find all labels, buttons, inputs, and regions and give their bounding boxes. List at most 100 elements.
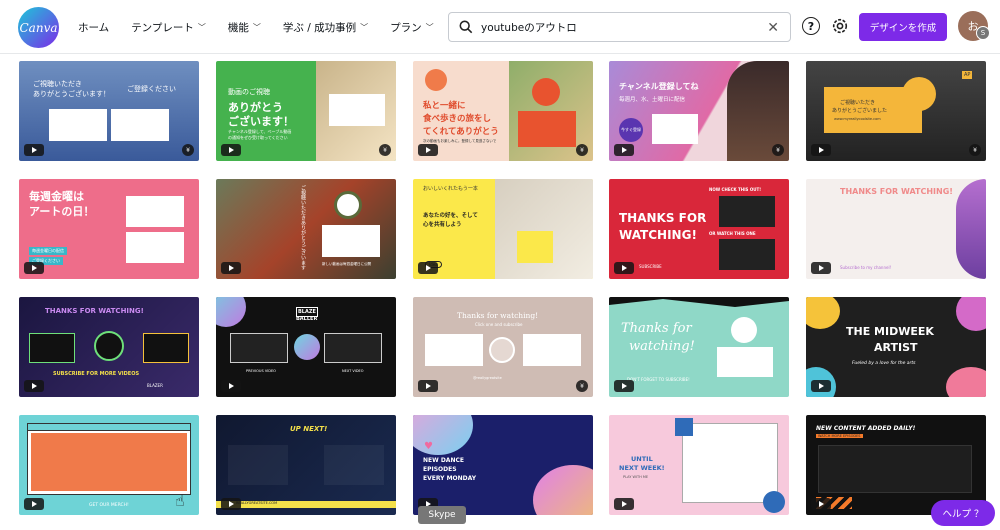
search-box[interactable]: ✕ <box>448 12 791 42</box>
video-placeholder <box>143 333 189 363</box>
template-card[interactable]: 私と一緒に 食べ歩きの旅をし てくれてありがとう 次の動画もお楽しみに。登録して… <box>413 61 593 161</box>
template-card[interactable]: BLAZE BALLER PREVIOUS VIDEO NEXT VIDEO <box>216 297 396 397</box>
nav-templates[interactable]: テンプレート ﹀ <box>131 20 206 35</box>
cursor-icon: ☝ <box>175 491 185 510</box>
template-card[interactable]: GET OUR MERCH! ☝ <box>19 415 199 515</box>
template-card[interactable]: ご視聴いただき ありがとうございます！ ご登録ください ¥ <box>19 61 199 161</box>
card-text: ご視聴いただき <box>840 100 876 106</box>
video-placeholder <box>652 114 698 144</box>
template-card[interactable]: THANKS FOR WATCHING! NOW CHECK THIS OUT!… <box>609 179 789 279</box>
card-text: WATCH MORE EPISODES <box>816 434 863 438</box>
template-card[interactable]: 毎週金曜は アートの日！ 毎週金曜日の配信 ご登録ください <box>19 179 199 279</box>
play-icon[interactable] <box>24 262 44 274</box>
play-icon[interactable] <box>614 144 634 156</box>
video-placeholder <box>324 333 382 363</box>
card-text: あなたの好を、そして <box>423 213 478 219</box>
template-card[interactable]: ♥ NEW DANCE EPISODES EVERY MONDAY <box>413 415 593 515</box>
pro-badge-icon: ¥ <box>772 144 784 156</box>
card-text: チャンネル登録してね <box>619 82 699 91</box>
card-text: Thanks for <box>621 321 692 336</box>
heart-icon: ♥ <box>424 441 433 452</box>
card-text: OR WATCH THIS ONE <box>709 231 756 236</box>
help-icon[interactable]: ? <box>802 17 820 35</box>
play-icon[interactable] <box>811 144 831 156</box>
card-text: www.myreallycoolsite.com <box>834 117 881 121</box>
card-text: SUBSCRIBE <box>639 264 662 269</box>
card-text: おいしいくれたもう一本 <box>423 186 478 192</box>
play-icon[interactable] <box>614 380 634 392</box>
play-icon[interactable] <box>221 262 241 274</box>
video-placeholder <box>29 333 75 363</box>
template-card[interactable]: ご視聴いただきありがとうございます 新しい動画は毎週金曜日に公開 <box>216 179 396 279</box>
play-icon[interactable] <box>614 498 634 510</box>
card-text: 今すぐ登録 <box>621 127 641 132</box>
play-icon[interactable] <box>418 144 438 156</box>
card-text: @reallygreatsite <box>473 376 502 380</box>
video-placeholder <box>126 196 184 227</box>
card-text: 毎週金曜は <box>29 190 84 203</box>
video-placeholder <box>228 445 288 485</box>
template-card[interactable]: UNTIL NEXT WEEK! PLAY WITH ME <box>609 415 789 515</box>
play-icon[interactable] <box>614 262 634 274</box>
nav-home[interactable]: ホーム <box>78 20 109 35</box>
card-text: NEW DANCE <box>423 457 464 464</box>
play-icon[interactable] <box>418 380 438 392</box>
chevron-down-icon: ﹀ <box>252 22 261 32</box>
card-text: UP NEXT! <box>290 425 328 433</box>
create-design-button[interactable]: デザインを作成 <box>859 13 947 41</box>
video-placeholder <box>322 225 380 257</box>
team-avatar-badge: S <box>976 26 990 40</box>
template-card[interactable]: THANKS FOR WATCHING! Subscribe to my cha… <box>806 179 986 279</box>
video-placeholder <box>818 445 972 493</box>
help-button[interactable]: ヘルプ ？ <box>931 500 995 526</box>
play-icon[interactable] <box>811 380 831 392</box>
play-icon[interactable] <box>24 498 44 510</box>
nav-plans[interactable]: プラン ﹀ <box>390 20 434 35</box>
card-text: THANKS FOR <box>619 211 707 225</box>
card-text: てくれてありがとう <box>423 127 499 137</box>
nav-features[interactable]: 機能 ﹀ <box>228 20 261 35</box>
template-card[interactable]: THE MIDWEEK ARTIST Fueled by a love for … <box>806 297 986 397</box>
card-text: ご視聴いただきありがとうございます <box>300 185 306 270</box>
template-card[interactable]: UP NEXT! REALLYGREATSITE.COM <box>216 415 396 515</box>
card-text: Subscribe to my channel! <box>840 265 892 270</box>
card-text: NOW CHECK THIS OUT! <box>709 187 762 192</box>
card-text: Thanks for watching! <box>457 311 539 320</box>
search-input[interactable] <box>481 21 761 33</box>
template-card[interactable]: チャンネル登録してね 毎週月、水、土曜日に配信 今すぐ登録 ¥ <box>609 61 789 161</box>
close-icon[interactable]: ✕ <box>767 20 779 36</box>
card-text: ご視聴いただき <box>33 80 82 88</box>
chevron-down-icon: ﹀ <box>360 22 369 32</box>
video-placeholder <box>126 232 184 263</box>
card-text: EVERY MONDAY <box>423 475 477 482</box>
play-icon[interactable] <box>811 498 831 510</box>
pro-badge-icon: ¥ <box>576 380 588 392</box>
template-card[interactable]: 動画のご視聴 ありがとう ございます！ チャンネル登録して、ベーブル動画 の通知… <box>216 61 396 161</box>
card-text: ありがとうございます！ <box>33 90 110 98</box>
template-card[interactable]: おいしいくれたもう一本 あなたの好を、そして 心を共有しよう Idea <box>413 179 593 279</box>
play-icon[interactable] <box>221 498 241 510</box>
video-placeholder <box>719 196 775 227</box>
play-icon[interactable] <box>811 262 831 274</box>
card-text: ございます！ <box>228 115 294 128</box>
card-text: 新しい動画は毎週金曜日に公開 <box>322 262 371 266</box>
play-icon[interactable] <box>221 144 241 156</box>
nav-learn[interactable]: 学ぶ / 成功事例 ﹀ <box>283 20 368 35</box>
play-icon[interactable] <box>221 380 241 392</box>
play-icon[interactable] <box>24 144 44 156</box>
gear-icon[interactable] <box>830 16 850 36</box>
template-card[interactable]: THANKS FOR WATCHING! SUBSCRIBE FOR MORE … <box>19 297 199 397</box>
top-nav-bar: Canva ホーム テンプレート﹀ 機能﹀ 学ぶ / 成功事例﹀ プラン﹀ ✕ … <box>0 0 1000 54</box>
canva-logo[interactable]: Canva <box>18 7 59 48</box>
card-text: REALLYGREATSITE.COM <box>236 501 278 505</box>
chevron-down-icon: ﹀ <box>197 22 206 32</box>
card-text: アートの日！ <box>29 205 95 218</box>
play-icon[interactable] <box>418 262 438 274</box>
template-card[interactable]: Thanks for watching! Click one and subsc… <box>413 297 593 397</box>
card-text: Fueled by a love for the arts <box>852 361 916 366</box>
play-icon[interactable] <box>24 380 44 392</box>
pro-badge-icon: ¥ <box>969 144 981 156</box>
card-text: BLAZER <box>147 383 163 388</box>
template-card[interactable]: Thanks for watching! DON'T FORGET TO SUB… <box>609 297 789 397</box>
template-card[interactable]: ご視聴いただき ありがとうございました www.myreallycoolsite… <box>806 61 986 161</box>
